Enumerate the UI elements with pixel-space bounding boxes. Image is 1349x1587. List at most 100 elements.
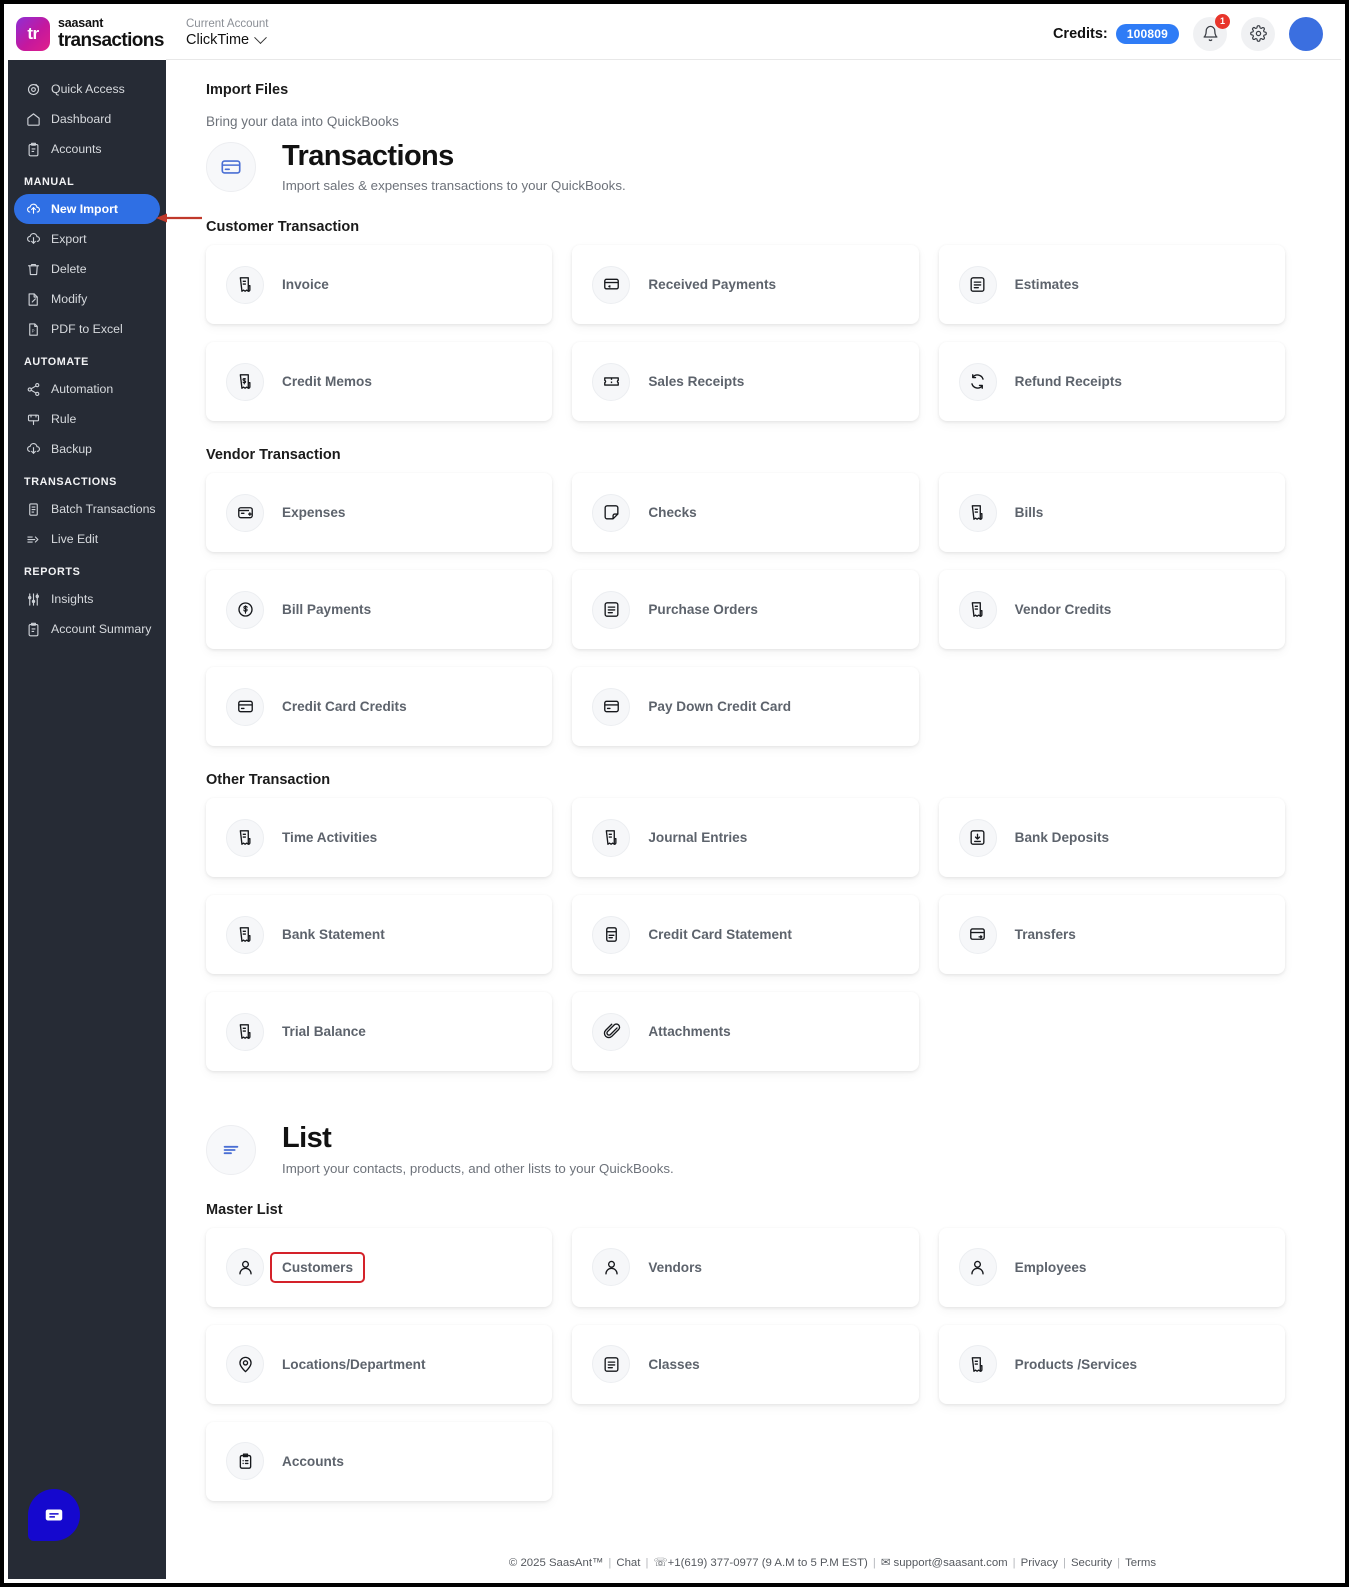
card-accounts[interactable]: Accounts [206, 1421, 553, 1501]
card-classes[interactable]: Classes [572, 1324, 919, 1404]
sidebar-item-account-summary[interactable]: Account Summary [14, 614, 160, 644]
card-products-services[interactable]: Products /Services [938, 1324, 1285, 1404]
credits-value-badge[interactable]: 100809 [1115, 23, 1179, 44]
footer-security-link[interactable]: Security [1071, 1557, 1112, 1569]
card-label: Credit Memos [282, 374, 372, 390]
card-refund-receipts[interactable]: Refund Receipts [938, 342, 1285, 422]
card-placeholder [572, 1422, 918, 1501]
card-bank-deposits[interactable]: Bank Deposits [938, 798, 1285, 878]
footer-email-link[interactable]: support@saasant.com [894, 1557, 1008, 1569]
sidebar-item-label: Modify [51, 292, 88, 306]
section-description: Import sales & expenses transactions to … [282, 178, 626, 194]
card-bank-statement[interactable]: Bank Statement [206, 895, 553, 975]
credit-card-icon [206, 142, 256, 193]
card-journal-entries[interactable]: Journal Entries [572, 798, 919, 878]
current-account-value-row: ClickTime [186, 31, 268, 49]
card-credit-card-credits[interactable]: Credit Card Credits [206, 667, 553, 747]
card-credit-card-statement[interactable]: Credit Card Statement [572, 895, 919, 975]
card-label: Credit Card Credits [282, 699, 407, 715]
invoice-icon [958, 1345, 997, 1384]
card-checks[interactable]: Checks [572, 473, 919, 553]
brand-line-1: saasant [58, 16, 104, 31]
saasant-logo-icon: tr [16, 16, 50, 51]
chat-support-button[interactable] [28, 1489, 80, 1541]
sidebar-item-automation[interactable]: Automation [14, 374, 160, 404]
card-label: Pay Down Credit Card [648, 699, 792, 715]
sidebar-item-pdf-to-excel[interactable]: P PDF to Excel [14, 314, 160, 344]
card-label: Received Payments [648, 277, 777, 293]
invoice-icon [958, 590, 997, 629]
clipboard-list-icon [226, 1442, 264, 1481]
card-invoice[interactable]: Invoice [206, 245, 553, 325]
sidebar-item-label: Export [51, 232, 87, 246]
footer-chat-link[interactable]: Chat [616, 1557, 640, 1569]
footer-terms-link[interactable]: Terms [1125, 1557, 1156, 1569]
card-employees[interactable]: Employees [938, 1227, 1285, 1307]
pdf-file-icon: P [26, 322, 41, 337]
person-icon [226, 1248, 264, 1287]
notification-count-badge: 1 [1215, 13, 1230, 29]
sidebar-item-quick-access[interactable]: Quick Access [14, 74, 160, 104]
sidebar-item-modify[interactable]: Modify [14, 284, 160, 314]
card-time-activities[interactable]: Time Activities [206, 798, 553, 878]
sidebar-item-label: Batch Transactions [51, 502, 156, 516]
sidebar-item-live-edit[interactable]: Live Edit [14, 524, 160, 554]
sidebar-item-accounts[interactable]: Accounts [14, 134, 160, 164]
notifications-button[interactable]: 1 [1193, 13, 1230, 51]
card-pay-down-credit-card[interactable]: Pay Down Credit Card [572, 667, 919, 747]
card-received-payments[interactable]: Received Payments [572, 245, 919, 325]
section-header-transactions: Transactions Import sales & expenses tra… [206, 141, 1285, 193]
card-attachments[interactable]: Attachments [572, 992, 919, 1072]
card-customers[interactable]: Customers [206, 1227, 553, 1307]
share-nodes-icon [26, 382, 41, 397]
card-trial-balance[interactable]: Trial Balance [206, 992, 553, 1072]
sidebar-item-new-import[interactable]: New Import [14, 194, 160, 224]
download-cloud-icon [26, 442, 41, 457]
sidebar-section-manual: MANUAL [24, 176, 75, 188]
card-vendors[interactable]: Vendors [572, 1227, 919, 1307]
section-title-block: Transactions Import sales & expenses tra… [282, 141, 626, 194]
card-placeholder [939, 1422, 1285, 1501]
app-window: tr saasant transactions Current Account … [0, 0, 1349, 1587]
sidebar-section-reports: REPORTS [24, 566, 81, 578]
sidebar-item-dashboard[interactable]: Dashboard [14, 104, 160, 134]
sidebar-item-label: Live Edit [51, 532, 99, 546]
sidebar-item-backup[interactable]: Backup [14, 434, 160, 464]
current-account-selector[interactable]: Current Account ClickTime [186, 18, 268, 49]
brand-logo-area[interactable]: tr saasant transactions [8, 7, 166, 60]
sidebar-item-export[interactable]: Export [14, 224, 160, 254]
page-subtitle: Bring your data into QuickBooks [206, 114, 399, 129]
credit-card-icon [592, 687, 631, 726]
sidebar-item-rule[interactable]: Rule [14, 404, 160, 434]
footer-privacy-link[interactable]: Privacy [1021, 1557, 1058, 1569]
map-pin-icon [226, 1345, 264, 1384]
section-header-list: List Import your contacts, products, and… [206, 1123, 1285, 1176]
person-icon [958, 1248, 997, 1287]
card-bills[interactable]: Bills [938, 473, 1285, 553]
sidebar-item-delete[interactable]: Delete [14, 254, 160, 284]
pencil-line-icon [26, 532, 41, 547]
sidebar-item-label: New Import [51, 202, 118, 216]
card-purchase-orders[interactable]: Purchase Orders [572, 570, 919, 650]
sidebar-item-batch-transactions[interactable]: Batch Transactions [14, 494, 160, 524]
card-label: Attachments [648, 1024, 731, 1040]
card-sales-receipts[interactable]: Sales Receipts [572, 342, 919, 422]
card-vendor-credits[interactable]: Vendor Credits [938, 570, 1285, 650]
card-estimates[interactable]: Estimates [938, 245, 1285, 325]
invoice-icon [592, 818, 631, 857]
sliders-icon [26, 592, 41, 607]
card-transfers[interactable]: Transfers [938, 895, 1285, 975]
sidebar-item-insights[interactable]: Insights [14, 584, 160, 614]
card-placeholder [939, 992, 1285, 1071]
card-label: Bills [1014, 505, 1044, 521]
money-note-icon [226, 362, 264, 401]
card-expenses[interactable]: Expenses [206, 473, 553, 553]
card-credit-memos[interactable]: Credit Memos [206, 342, 553, 422]
trash-icon [26, 262, 41, 277]
top-bar: tr saasant transactions Current Account … [8, 7, 1341, 60]
card-locations-department[interactable]: Locations/Department [206, 1324, 553, 1404]
settings-button[interactable] [1241, 16, 1275, 51]
footer-phone: +1(619) 377-0977 (9 A.M to 5 P.M EST) [667, 1557, 868, 1569]
user-avatar[interactable] [1289, 16, 1323, 51]
card-bill-payments[interactable]: Bill Payments [206, 570, 553, 650]
